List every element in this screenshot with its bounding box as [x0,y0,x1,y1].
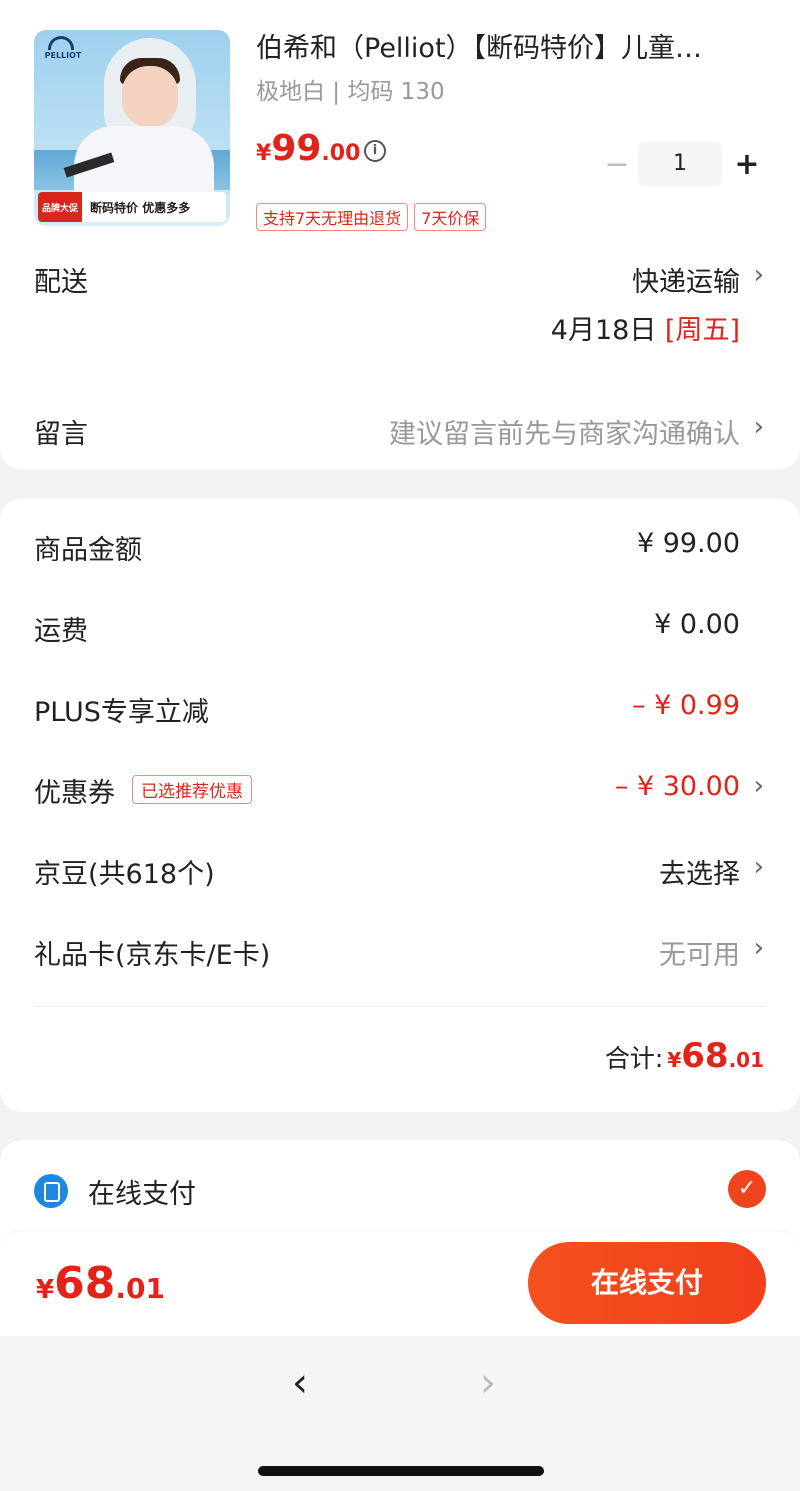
chevron-right-icon[interactable]: › [754,933,764,963]
price-decimal: .00 [321,141,361,166]
image-face [122,66,178,128]
chevron-right-icon[interactable]: › [754,852,764,882]
product-title[interactable]: 伯希和（Pelliot）【断码特价】儿童… [256,26,776,65]
price-currency: ¥ [256,141,272,166]
decrease-button[interactable]: − [600,147,634,182]
service-tag-return[interactable]: 支持7天无理由退货 [256,203,409,231]
info-icon[interactable]: i [364,140,386,162]
total-integer: 68 [681,1036,729,1076]
total-currency: ¥ [667,1048,682,1072]
product-price: ¥ 99 .00 [256,128,360,169]
plus-discount-value: – ¥ 0.99 [632,690,740,721]
pay-online-button[interactable]: 在线支付 [528,1242,766,1324]
delivery-weekday: [周五] [664,315,740,346]
check-circle-icon[interactable]: ✓ [728,1170,766,1208]
jingdou-select[interactable]: 去选择 [659,852,740,891]
message-label: 留言 [34,419,88,450]
delivery-label: 配送 [34,267,88,298]
chevron-right-icon[interactable]: › [754,412,764,442]
goods-amount-label: 商品金额 [34,535,142,566]
payment-method-label[interactable]: 在线支付 [88,1172,196,1211]
total-label: 合计: [604,1044,664,1073]
coupon-value[interactable]: – ¥ 30.00 [615,771,740,802]
coupon-recommended-tag: 已选推荐优惠 [132,775,252,804]
service-tag-price-protect[interactable]: 7天价保 [414,203,487,231]
price-summary-card [0,498,800,1112]
home-indicator[interactable] [258,1466,544,1476]
delivery-date-text: 4月18日 [550,315,657,346]
promo-banner-text: 断码特价 优惠多多 [90,200,191,215]
product-image[interactable]: PELLIOT 品牌大促 断码特价 优惠多多 [34,30,230,226]
service-tags: 支持7天无理由退货 7天价保 [256,203,487,231]
shipping-fee-value: ¥ 0.00 [654,609,740,640]
quantity-field[interactable]: 1 [638,142,722,186]
price-integer: 99 [271,128,322,169]
checkout-integer: 68 [54,1258,116,1309]
total-amount: 合计: ¥ 68 .01 [605,1036,764,1076]
divider [34,1006,766,1007]
forward-arrow-icon[interactable]: › [480,1360,496,1406]
increase-button[interactable]: + [730,147,764,182]
image-banner: 品牌大促 断码特价 优惠多多 [38,192,226,222]
promo-badge: 品牌大促 [38,192,83,222]
brand-logo-text: PELLIOT [44,51,82,60]
checkout-decimal: .01 [115,1272,165,1305]
message-input[interactable]: 建议留言前先与商家沟通确认 [389,412,740,451]
back-arrow-icon[interactable]: ‹ [292,1360,308,1406]
goods-amount-value: ¥ 99.00 [636,528,740,559]
chevron-right-icon[interactable]: › [754,260,764,290]
delivery-date[interactable]: 4月18日 [周五] [551,308,740,347]
quantity-stepper: − 1 + [600,142,764,186]
giftcard-label: 礼品卡(京东卡/E卡) [34,940,271,971]
shipping-fee-label: 运费 [34,616,88,647]
jingdou-label: 京豆(共618个) [34,859,215,890]
product-spec[interactable]: 极地白 | 均码 130 [256,72,445,106]
chevron-right-icon[interactable]: › [754,771,764,801]
online-payment-icon [34,1174,68,1208]
delivery-method[interactable]: 快递运输 [632,260,740,299]
coupon-label: 优惠券 [34,778,115,809]
total-decimal: .01 [728,1048,764,1072]
checkout-total: ¥ 68 .01 [36,1258,165,1309]
checkout-currency: ¥ [36,1275,55,1305]
giftcard-value[interactable]: 无可用 [659,933,740,972]
plus-discount-label: PLUS专享立减 [34,697,209,728]
